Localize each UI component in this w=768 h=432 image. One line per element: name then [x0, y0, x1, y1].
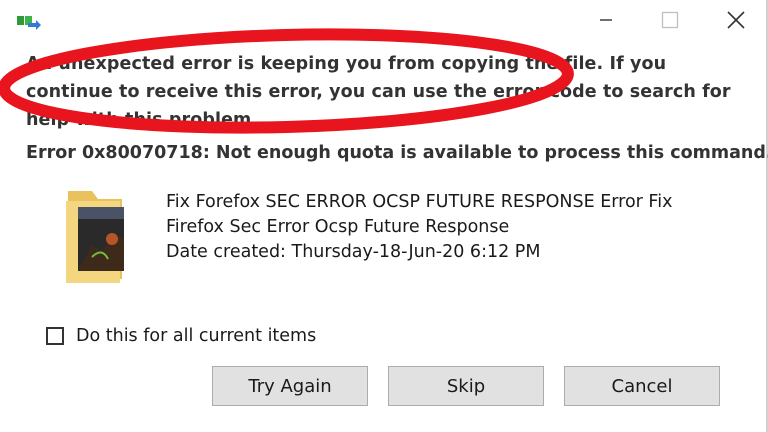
- copy-progress-icon: [17, 16, 41, 30]
- file-date-created: Date created: Thursday-18-Jun-20 6:12 PM: [166, 242, 541, 262]
- file-name: Fix Forefox SEC ERROR OCSP FUTURE RESPON…: [166, 192, 673, 237]
- apply-to-all-label[interactable]: Do this for all current items: [76, 326, 316, 346]
- cancel-button[interactable]: Cancel: [564, 366, 720, 406]
- minimize-icon: [600, 19, 612, 21]
- close-button[interactable]: [718, 6, 754, 34]
- apply-to-all-checkbox[interactable]: [46, 327, 64, 345]
- skip-button[interactable]: Skip: [388, 366, 544, 406]
- try-again-button[interactable]: Try Again: [212, 366, 368, 406]
- title-bar: [0, 0, 768, 40]
- error-code: Error 0x80070718: Not enough quota is av…: [26, 143, 768, 163]
- file-info: Fix Forefox SEC ERROR OCSP FUTURE RESPON…: [166, 190, 726, 265]
- close-icon: [727, 11, 745, 29]
- error-description: An unexpected error is keeping you from …: [26, 54, 731, 130]
- folder-thumbnail-icon: [66, 191, 124, 283]
- copy-error-dialog: An unexpected error is keeping you from …: [0, 0, 768, 432]
- minimize-button[interactable]: [588, 6, 624, 34]
- apply-to-all-row[interactable]: Do this for all current items: [46, 324, 316, 348]
- maximize-icon: [661, 11, 679, 29]
- maximize-button[interactable]: [652, 6, 688, 34]
